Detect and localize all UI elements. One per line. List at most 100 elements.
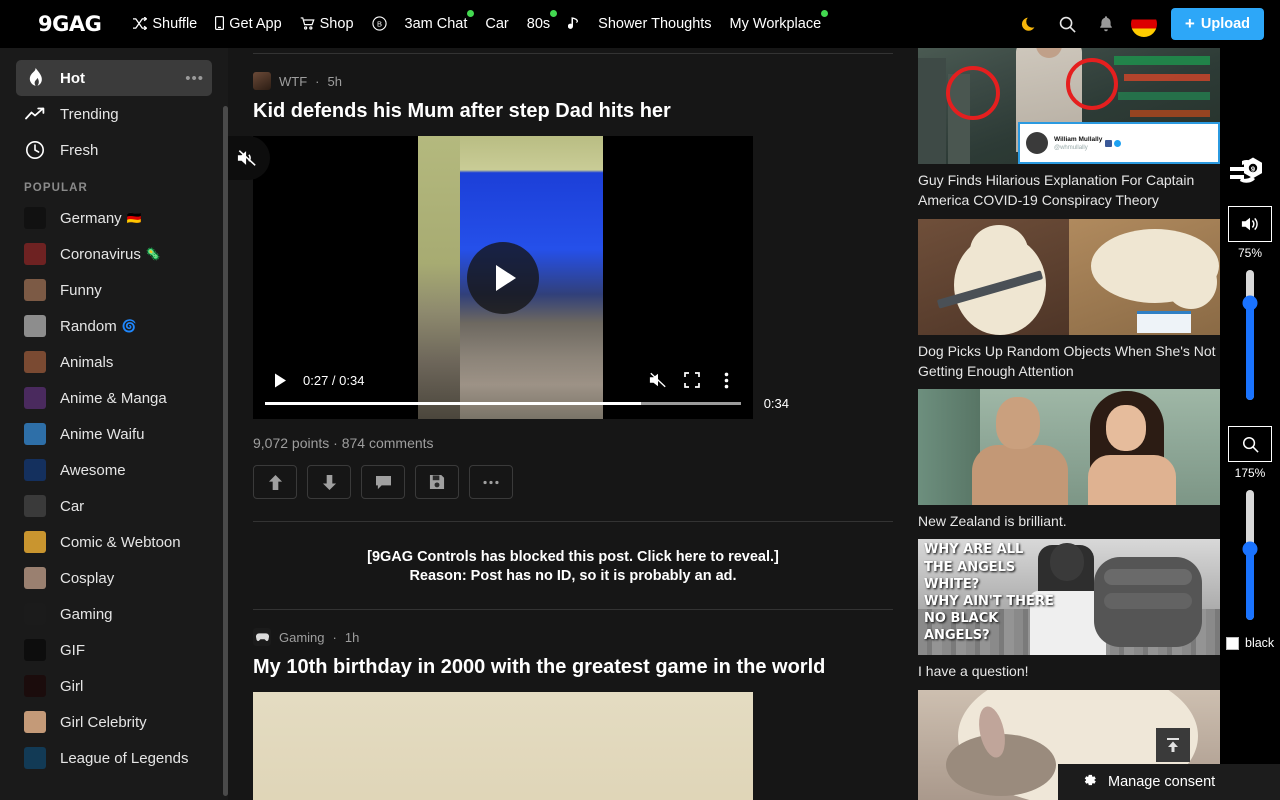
sidebar-item-hot[interactable]: Hot ••• [16, 60, 212, 96]
sidebar-more-icon[interactable]: ••• [185, 70, 204, 87]
video-player[interactable]: 0:27 / 0:34 0:34 [228, 136, 789, 419]
nav-shower-thoughts[interactable]: Shower Thoughts [589, 0, 720, 48]
blocked-notice-line2: Reason: Post has no ID, so it is probabl… [409, 567, 737, 584]
nav-car[interactable]: Car [476, 0, 517, 48]
video-progress-played [265, 402, 642, 405]
sidebar-popular-list: Germany 🇩🇪 Coronavirus 🦠 Funny Random 🌀 Animals… [0, 200, 228, 776]
video-mute-indicator[interactable] [228, 136, 270, 180]
rail-caption[interactable]: Guy Finds Hilarious Explanation For Capt… [918, 164, 1220, 219]
comment-button[interactable] [361, 465, 405, 499]
sidebar-item-league-of-legends[interactable]: League of Legends [16, 740, 212, 776]
post-meta-separator: · [332, 629, 337, 645]
manage-consent-bar[interactable]: Manage consent [1058, 764, 1280, 800]
sidebar-item-anime-waifu[interactable]: Anime Waifu [16, 416, 212, 452]
rail-post-4[interactable]: WHY ARE ALL THE ANGELS WHITE? WHY AIN'T THE… [918, 539, 1220, 689]
nav-80s[interactable]: 80s [518, 0, 559, 48]
sidebar-item-thumbnail [24, 639, 46, 661]
save-button[interactable] [415, 465, 459, 499]
sidebar-item-thumbnail [24, 279, 46, 301]
sidebar-item-gaming[interactable]: Gaming [16, 596, 212, 632]
sidebar-item-animals[interactable]: Animals [16, 344, 212, 380]
sidebar-item-cosplay[interactable]: Cosplay [16, 560, 212, 596]
nav-label: 3am Chat [404, 16, 468, 32]
nav-my-workplace[interactable]: My Workplace [721, 0, 831, 48]
nav-shuffle[interactable]: Shuffle [123, 0, 206, 48]
black-background-option: black [1226, 636, 1274, 650]
scroll-to-top-icon[interactable] [1156, 728, 1190, 762]
kebab-menu-icon[interactable] [709, 363, 743, 397]
9gag-logo[interactable]: 9GAG [38, 12, 102, 36]
rail-caption[interactable]: I have a question! [918, 655, 1220, 689]
sidebar-item-girl-celebrity[interactable]: Girl Celebrity [16, 704, 212, 740]
sidebar-item-thumbnail [24, 747, 46, 769]
sidebar-item-random[interactable]: Random 🌀 [16, 308, 212, 344]
dark-mode-icon[interactable] [1013, 7, 1047, 41]
video-viewport[interactable]: 0:27 / 0:34 [253, 136, 753, 419]
sidebar-item-fresh[interactable]: Fresh [16, 132, 212, 168]
sidebar-item-suffix-icon: 🇩🇪 [126, 211, 142, 225]
nav-coin[interactable]: B [363, 0, 396, 48]
post-image[interactable] [253, 692, 753, 800]
sidebar-item-awesome[interactable]: Awesome [16, 452, 212, 488]
overlay-line: ANGELS? [924, 628, 990, 644]
post-actions [253, 465, 893, 499]
post-section-label[interactable]: Gaming [279, 630, 325, 645]
sidebar-item-anime-manga[interactable]: Anime & Manga [16, 380, 212, 416]
blocked-post-notice[interactable]: [9GAG Controls has blocked this post. Cl… [253, 522, 893, 611]
sidebar-item-comic-webtoon[interactable]: Comic & Webtoon [16, 524, 212, 560]
volume-muted-icon[interactable] [641, 363, 675, 397]
new-indicator-dot [550, 10, 558, 17]
sidebar-item-funny[interactable]: Funny [16, 272, 212, 308]
sidebar-item-germany[interactable]: Germany 🇩🇪 [16, 200, 212, 236]
post-section-label[interactable]: WTF [279, 74, 307, 89]
coin-icon: B [371, 15, 387, 33]
blocked-notice-line1[interactable]: [9GAG Controls has blocked this post. Cl… [253, 548, 893, 567]
9gag-controls-panel: 9 75% 175% black [1220, 48, 1280, 800]
sidebar-item-thumbnail [24, 495, 46, 517]
volume-slider-knob[interactable] [1242, 295, 1258, 310]
post-title[interactable]: Kid defends his Mum after step Dad hits … [253, 99, 893, 124]
sidebar-item-thumbnail [24, 675, 46, 697]
flame-icon [24, 67, 46, 89]
nav-label: Shop [319, 16, 354, 32]
volume-slider[interactable] [1242, 270, 1258, 400]
rail-post-1[interactable]: William Mullally @whmullally Guy Finds H… [918, 48, 1220, 219]
sidebar-item-car[interactable]: Car [16, 488, 212, 524]
country-flag-germany-icon[interactable] [1127, 7, 1161, 41]
nav-3am-chat[interactable]: 3am Chat [396, 0, 477, 48]
play-pause-button[interactable] [263, 363, 297, 397]
sidebar-item-trending[interactable]: Trending [16, 96, 212, 132]
notification-bell-icon[interactable] [1089, 7, 1123, 41]
rail-post-3[interactable]: New Zealand is brilliant. [918, 389, 1220, 539]
downvote-button[interactable] [307, 465, 351, 499]
video-progress-bar[interactable] [265, 402, 741, 405]
sidebar-item-gif[interactable]: GIF [16, 632, 212, 668]
sidebar-item-girl[interactable]: Girl [16, 668, 212, 704]
nav-music[interactable] [559, 0, 589, 48]
zoom-button[interactable] [1228, 426, 1272, 462]
rail-post-2[interactable]: Dog Picks Up Random Objects When She's N… [918, 218, 1220, 390]
zoom-slider[interactable] [1242, 490, 1258, 620]
new-indicator-dot [821, 10, 829, 17]
sidebar-item-label: Cosplay [60, 569, 115, 587]
zoom-slider-knob[interactable] [1242, 541, 1258, 556]
nav-shop[interactable]: Shop [291, 0, 363, 48]
sidebar-item-coronavirus[interactable]: Coronavirus 🦠 [16, 236, 212, 272]
upvote-button[interactable] [253, 465, 297, 499]
play-button-overlay[interactable] [467, 241, 539, 314]
rail-caption[interactable]: Dog Picks Up Random Objects When She's N… [918, 335, 1220, 390]
more-options-button[interactable] [469, 465, 513, 499]
rail-caption[interactable]: New Zealand is brilliant. [918, 505, 1220, 539]
black-checkbox[interactable] [1226, 636, 1239, 650]
sidebar-item-label: Random [60, 317, 117, 335]
search-icon[interactable] [1051, 7, 1085, 41]
nav-get-app[interactable]: Get App [206, 0, 290, 48]
fullscreen-icon[interactable] [675, 363, 709, 397]
post-age: 1h [344, 629, 360, 645]
sidebar-scrollbar[interactable] [223, 106, 228, 796]
video-controls-right [641, 363, 743, 397]
volume-button[interactable] [1228, 206, 1272, 242]
post-title[interactable]: My 10th birthday in 2000 with the greate… [253, 655, 893, 680]
sidebar-item-label: Girl [60, 677, 84, 695]
upload-button[interactable]: + Upload [1170, 8, 1264, 40]
